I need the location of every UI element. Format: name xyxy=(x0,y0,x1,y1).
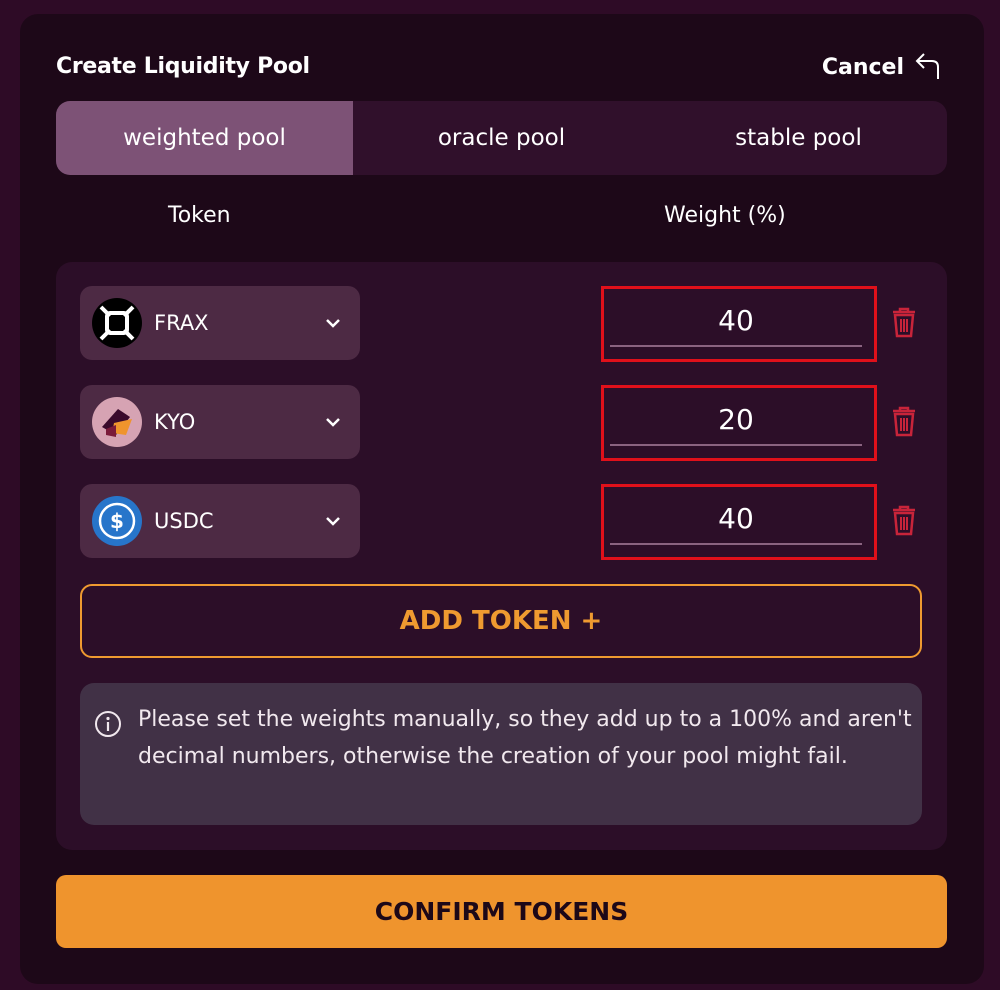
token-select-kyo[interactable]: KYO xyxy=(80,385,360,459)
confirm-tokens-button[interactable]: CONFIRM TOKENS xyxy=(56,875,947,948)
info-icon xyxy=(94,710,122,742)
weight-column-header: Weight (%) xyxy=(664,203,786,228)
chevron-down-icon xyxy=(324,512,342,531)
token-panel: FRAX KYO xyxy=(56,262,947,850)
token-row: FRAX xyxy=(80,286,928,362)
frax-icon xyxy=(92,298,142,348)
weight-field-highlight xyxy=(601,385,877,461)
delete-icon[interactable] xyxy=(891,306,917,342)
weight-field-highlight xyxy=(601,484,877,560)
info-notice: Please set the weights manually, so they… xyxy=(80,683,922,825)
tab-oracle-pool[interactable]: oracle pool xyxy=(353,101,650,175)
weight-input-frax[interactable] xyxy=(610,295,862,347)
token-column-header: Token xyxy=(168,203,231,228)
weight-field-highlight xyxy=(601,286,877,362)
token-symbol: KYO xyxy=(154,410,196,434)
page-title: Create Liquidity Pool xyxy=(56,54,310,79)
chevron-down-icon xyxy=(324,413,342,432)
token-row: $ USDC xyxy=(80,484,928,560)
delete-icon[interactable] xyxy=(891,405,917,441)
svg-text:$: $ xyxy=(110,509,124,533)
token-row: KYO xyxy=(80,385,928,461)
token-symbol: USDC xyxy=(154,509,214,533)
cancel-button[interactable]: Cancel xyxy=(822,50,944,84)
tab-stable-pool[interactable]: stable pool xyxy=(650,101,947,175)
return-arrow-icon xyxy=(914,50,944,84)
info-text: Please set the weights manually, so they… xyxy=(138,707,912,769)
pool-type-tabs: weighted pool oracle pool stable pool xyxy=(56,101,947,175)
usdc-icon: $ xyxy=(92,496,142,546)
token-select-frax[interactable]: FRAX xyxy=(80,286,360,360)
kyo-icon xyxy=(92,397,142,447)
weight-input-usdc[interactable] xyxy=(610,493,862,545)
weight-input-kyo[interactable] xyxy=(610,394,862,446)
cancel-label: Cancel xyxy=(821,54,904,80)
add-token-button[interactable]: ADD TOKEN + xyxy=(80,584,922,658)
delete-icon[interactable] xyxy=(891,504,917,540)
token-select-usdc[interactable]: $ USDC xyxy=(80,484,360,558)
tab-weighted-pool[interactable]: weighted pool xyxy=(56,101,353,175)
chevron-down-icon xyxy=(324,314,342,333)
token-symbol: FRAX xyxy=(154,311,209,335)
